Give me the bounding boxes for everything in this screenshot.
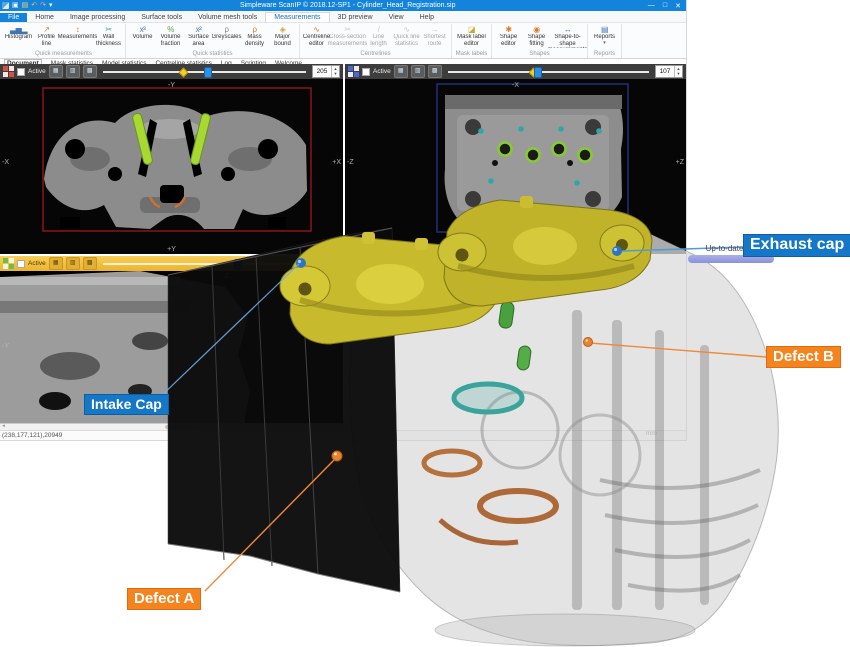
intake-cap-callout: Intake Cap [84, 394, 169, 415]
uptodate-label: Up-to-date [706, 244, 744, 253]
3d-preview-render[interactable] [0, 0, 850, 647]
defect-b-callout: Defect B [766, 346, 841, 368]
combustion-seal-teal [454, 384, 522, 412]
exhaust-cap-sphere [612, 246, 622, 256]
defect-a-callout: Defect A [127, 588, 201, 610]
intake-cap-sphere [296, 258, 306, 268]
page: ▣ ▤ ↶ ↷ ▾ Simpleware ScanIP © 2018.12-SP… [0, 0, 850, 647]
exhaust-cap-callout: Exhaust cap [743, 234, 850, 257]
